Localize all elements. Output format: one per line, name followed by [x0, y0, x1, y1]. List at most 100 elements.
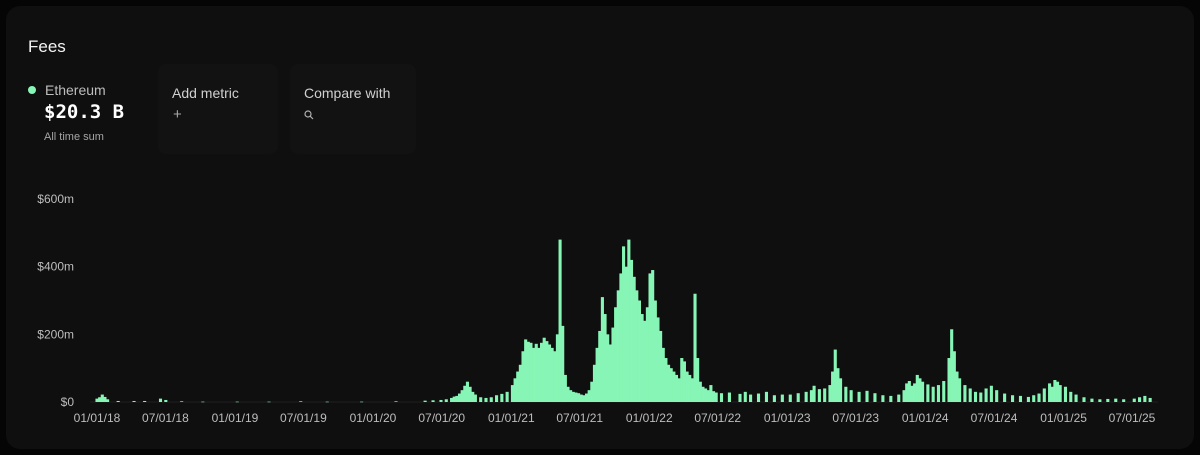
- fee-bar[interactable]: [817, 389, 821, 402]
- fee-bar[interactable]: [505, 391, 509, 402]
- fee-bar[interactable]: [423, 400, 427, 402]
- fee-bar[interactable]: [772, 395, 776, 402]
- fee-bar[interactable]: [968, 388, 972, 402]
- fee-bar[interactable]: [952, 351, 956, 402]
- fee-bar[interactable]: [796, 393, 800, 402]
- fee-bar[interactable]: [116, 400, 120, 402]
- fee-bar[interactable]: [1090, 398, 1094, 402]
- fee-bar[interactable]: [521, 351, 525, 402]
- fee-bar[interactable]: [457, 393, 462, 402]
- fee-bar[interactable]: [979, 392, 983, 402]
- fee-bar[interactable]: [780, 394, 784, 402]
- fee-bar[interactable]: [1058, 385, 1062, 402]
- fee-bar[interactable]: [637, 300, 641, 403]
- fee-bar[interactable]: [677, 378, 681, 402]
- fee-bar[interactable]: [510, 385, 514, 402]
- fee-bar[interactable]: [299, 401, 303, 402]
- fee-bar[interactable]: [1138, 397, 1142, 402]
- fee-bar[interactable]: [592, 364, 597, 402]
- fee-bar[interactable]: [844, 386, 848, 402]
- fee-bar[interactable]: [849, 390, 853, 402]
- fee-bar[interactable]: [804, 391, 808, 402]
- fee-bar[interactable]: [1143, 395, 1147, 402]
- fee-bar[interactable]: [1122, 399, 1126, 402]
- fee-bar[interactable]: [180, 401, 184, 402]
- fee-bar[interactable]: [1132, 398, 1136, 402]
- fee-bar[interactable]: [627, 239, 631, 402]
- fee-bar[interactable]: [823, 388, 827, 402]
- fee-bar[interactable]: [489, 397, 493, 402]
- fee-bar[interactable]: [158, 398, 163, 402]
- fee-bar[interactable]: [106, 399, 110, 402]
- fee-bar[interactable]: [95, 398, 99, 402]
- fee-bar[interactable]: [1042, 388, 1046, 402]
- fee-bar[interactable]: [704, 388, 708, 402]
- fee-bar[interactable]: [574, 392, 578, 402]
- fee-bar[interactable]: [809, 390, 813, 402]
- fee-bar[interactable]: [600, 297, 604, 402]
- fee-bar[interactable]: [688, 374, 692, 402]
- fee-bar[interactable]: [103, 396, 107, 402]
- fee-bar[interactable]: [693, 293, 697, 402]
- fee-bar[interactable]: [164, 399, 168, 402]
- fee-bar[interactable]: [659, 330, 663, 402]
- fee-bar[interactable]: [989, 385, 993, 402]
- fee-bar[interactable]: [812, 385, 816, 402]
- fee-bar[interactable]: [450, 397, 454, 402]
- fee-bar[interactable]: [619, 273, 623, 402]
- fee-bar[interactable]: [947, 358, 951, 402]
- fee-bar[interactable]: [1148, 397, 1152, 402]
- fee-bar[interactable]: [590, 381, 594, 402]
- fee-bar[interactable]: [542, 337, 546, 402]
- fee-bar[interactable]: [553, 351, 557, 402]
- fee-bar[interactable]: [394, 401, 398, 402]
- fee-bar[interactable]: [661, 347, 665, 402]
- fee-bar[interactable]: [680, 358, 684, 402]
- fee-bar[interactable]: [614, 307, 618, 402]
- fee-bar[interactable]: [1074, 394, 1078, 402]
- fee-bar[interactable]: [645, 307, 649, 402]
- fee-bar[interactable]: [526, 341, 530, 402]
- fee-bar[interactable]: [942, 381, 946, 402]
- fee-bar[interactable]: [984, 388, 988, 402]
- fee-bar[interactable]: [622, 246, 626, 402]
- fee-bar[interactable]: [828, 385, 832, 402]
- fee-bar[interactable]: [833, 349, 837, 402]
- fee-bar[interactable]: [664, 358, 668, 402]
- fee-bar[interactable]: [518, 364, 522, 402]
- fee-bar[interactable]: [905, 383, 909, 402]
- fee-bar[interactable]: [913, 383, 917, 402]
- fee-bar[interactable]: [235, 401, 239, 403]
- fee-bar[interactable]: [465, 381, 469, 402]
- fee-bar[interactable]: [963, 385, 967, 402]
- fee-bar[interactable]: [714, 392, 718, 402]
- fee-bar[interactable]: [651, 270, 655, 402]
- fee-bar[interactable]: [603, 314, 607, 402]
- fee-bar[interactable]: [587, 390, 591, 402]
- fee-bar[interactable]: [1018, 395, 1023, 402]
- fee-bar[interactable]: [1053, 380, 1057, 402]
- fee-bar[interactable]: [698, 381, 702, 402]
- fee-bar[interactable]: [584, 393, 589, 402]
- fee-bar[interactable]: [682, 361, 686, 402]
- fee-bar[interactable]: [743, 391, 747, 402]
- fee-bar[interactable]: [563, 374, 567, 402]
- fee-bar[interactable]: [132, 400, 136, 402]
- fee-bar[interactable]: [471, 391, 475, 402]
- fee-bar[interactable]: [995, 390, 999, 402]
- fee-bar[interactable]: [709, 385, 713, 402]
- fee-bar[interactable]: [955, 371, 959, 402]
- fee-bar[interactable]: [1106, 398, 1110, 402]
- fee-bar[interactable]: [632, 276, 636, 402]
- fee-bar[interactable]: [325, 401, 329, 403]
- fee-bar[interactable]: [1011, 395, 1015, 402]
- fee-bar[interactable]: [915, 374, 919, 402]
- fee-bar[interactable]: [701, 386, 705, 402]
- fee-bar[interactable]: [558, 239, 562, 402]
- fee-bar[interactable]: [1050, 386, 1054, 402]
- fee-bar[interactable]: [727, 392, 731, 402]
- fee-bar[interactable]: [881, 395, 885, 402]
- fee-bar[interactable]: [921, 381, 925, 402]
- fee-bar[interactable]: [756, 393, 761, 402]
- fee-bar[interactable]: [539, 342, 544, 402]
